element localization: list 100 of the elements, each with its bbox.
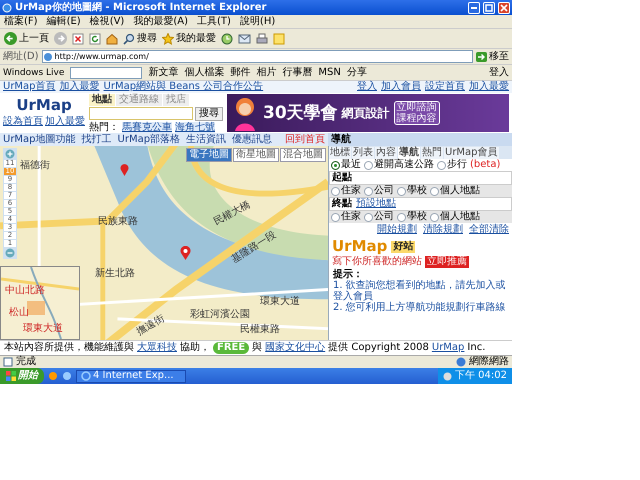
- search-button[interactable]: 搜尋: [123, 32, 157, 44]
- home-link[interactable]: 回到首頁: [285, 134, 325, 146]
- beta-link[interactable]: (beta): [470, 159, 500, 171]
- nav-link[interactable]: UrMap地圖功能: [3, 134, 76, 146]
- toolbar-link[interactable]: 新文章: [148, 66, 178, 78]
- panel-tab[interactable]: 地標: [329, 147, 351, 159]
- back-button[interactable]: 上一頁: [4, 32, 49, 45]
- site-link[interactable]: 加入最愛: [469, 81, 509, 93]
- map-pin-icon[interactable]: [120, 164, 129, 176]
- windows-live-logo[interactable]: Windows Live: [3, 66, 64, 78]
- address-field[interactable]: http://www.urmap.com/: [42, 50, 473, 63]
- radio-button[interactable]: [437, 160, 446, 170]
- panel-tab[interactable]: UrMap會員: [444, 147, 499, 159]
- map-pin-icon[interactable]: [180, 246, 191, 260]
- nav-link[interactable]: 找打工: [82, 134, 112, 146]
- menu-item[interactable]: 工具(T): [197, 16, 231, 28]
- search-tab[interactable]: 地點: [89, 94, 115, 106]
- zoom-in-icon[interactable]: [4, 149, 16, 159]
- map-type-tab[interactable]: 衛星地圖: [233, 148, 279, 162]
- menu-item[interactable]: 編輯(E): [46, 16, 81, 28]
- taskbar-button[interactable]: 4 Internet Exp...: [76, 370, 186, 382]
- radio-button[interactable]: [397, 212, 406, 222]
- note-icon[interactable]: [273, 32, 285, 44]
- menu-item[interactable]: 說明(H): [240, 16, 276, 28]
- map-type-tab[interactable]: 混合地圖: [280, 148, 326, 162]
- toolbar-link[interactable]: 行事曆: [282, 66, 312, 78]
- minimize-button[interactable]: [468, 2, 480, 14]
- history-icon[interactable]: [221, 32, 233, 44]
- printer-icon[interactable]: [256, 32, 268, 44]
- site-link[interactable]: 加入最愛: [60, 81, 100, 93]
- zoom-out-icon[interactable]: [4, 248, 16, 258]
- hot-link[interactable]: 馬賽克公車: [122, 122, 172, 134]
- radio-button[interactable]: [331, 212, 340, 222]
- sign-in-link[interactable]: 登入: [489, 66, 509, 78]
- address-label: 網址(D): [3, 50, 39, 62]
- footer-link[interactable]: UrMap: [432, 342, 464, 354]
- nav-link[interactable]: UrMap部落格: [118, 134, 180, 146]
- toolbar-link[interactable]: MSN: [318, 66, 341, 78]
- toolbar-link[interactable]: 相片: [256, 66, 276, 78]
- radio-button[interactable]: [331, 160, 340, 170]
- overview-map[interactable]: 中山北路 松山 環東大道: [0, 266, 80, 340]
- minimize-icon: [471, 6, 477, 8]
- footer-link[interactable]: 國家文化中心: [265, 342, 326, 354]
- panel-tab[interactable]: 內容: [375, 147, 397, 159]
- panel-tab[interactable]: 熱門: [421, 147, 443, 159]
- hot-link[interactable]: 海角七號: [175, 122, 215, 134]
- urmap-logo[interactable]: UrMap: [16, 94, 72, 116]
- radio-button[interactable]: [397, 186, 406, 196]
- close-button[interactable]: [498, 2, 510, 14]
- radio-label: 步行: [447, 159, 467, 171]
- nav-link[interactable]: 生活資訊: [186, 134, 226, 146]
- menu-item[interactable]: 我的最愛(A): [133, 16, 188, 28]
- refresh-icon[interactable]: [89, 32, 101, 44]
- street-label: 福德街: [20, 160, 50, 171]
- favorites-button[interactable]: 我的最愛: [162, 32, 216, 44]
- toolbar-link[interactable]: 郵件: [230, 66, 250, 78]
- radio-button[interactable]: [364, 160, 373, 170]
- field-label: 終點: [332, 198, 352, 210]
- promo-banner[interactable]: UrMap 好站 寫下你所喜歡的網站 立即推薦: [332, 238, 509, 268]
- site-link[interactable]: 加入會員: [381, 81, 421, 93]
- radio-button[interactable]: [331, 186, 340, 196]
- radio-button[interactable]: [364, 186, 373, 196]
- header-link[interactable]: 設為首頁: [3, 116, 43, 128]
- action-link[interactable]: 全部清除: [469, 224, 509, 236]
- menu-item[interactable]: 檔案(F): [4, 16, 38, 28]
- home-icon[interactable]: [106, 32, 118, 44]
- header-link[interactable]: 加入最愛: [45, 116, 85, 128]
- radio-label: 學校: [407, 211, 427, 223]
- toolbar-link[interactable]: 分享: [346, 66, 367, 78]
- mail-icon[interactable]: [238, 32, 251, 44]
- notice-link[interactable]: UrMap網站與 Beans 公司合作公告: [104, 81, 264, 93]
- menu-item[interactable]: 檢視(V): [90, 16, 124, 28]
- go-button[interactable]: 移至: [476, 50, 509, 62]
- site-link[interactable]: 登入: [357, 81, 377, 93]
- panel-tab[interactable]: 導航: [398, 147, 420, 159]
- search-field[interactable]: [89, 107, 193, 120]
- footer-link[interactable]: 大眾科技: [137, 342, 177, 354]
- stop-icon[interactable]: [72, 32, 84, 44]
- action-link[interactable]: 清除規劃: [423, 224, 463, 236]
- default-place-link[interactable]: 預設地點: [356, 198, 396, 210]
- street-label: 彩虹河濱公園: [190, 309, 250, 320]
- maximize-button[interactable]: [483, 2, 495, 14]
- nav-link[interactable]: 優惠訊息: [232, 134, 272, 146]
- action-link[interactable]: 開始規劃: [377, 224, 417, 236]
- search-field[interactable]: [70, 66, 142, 78]
- radio-label: 住家: [341, 211, 361, 223]
- search-button[interactable]: 搜尋: [195, 107, 223, 121]
- toolbar-link[interactable]: 個人檔案: [184, 66, 224, 78]
- site-link[interactable]: 設定首頁: [425, 81, 465, 93]
- recommend-button[interactable]: 立即推薦: [425, 256, 469, 268]
- panel-tab[interactable]: 列表: [352, 147, 374, 159]
- street-label: 民族東路: [98, 216, 138, 227]
- radio-button[interactable]: [430, 212, 439, 222]
- site-link[interactable]: UrMap首頁: [3, 81, 56, 93]
- map-type-tab[interactable]: 電子地圖: [186, 148, 232, 162]
- radio-button[interactable]: [430, 186, 439, 196]
- banner-cta[interactable]: 立即諮詢 課程內容: [394, 101, 440, 125]
- radio-button[interactable]: [364, 212, 373, 222]
- tray-icon[interactable]: [443, 372, 452, 380]
- start-button[interactable]: 開始: [0, 368, 44, 384]
